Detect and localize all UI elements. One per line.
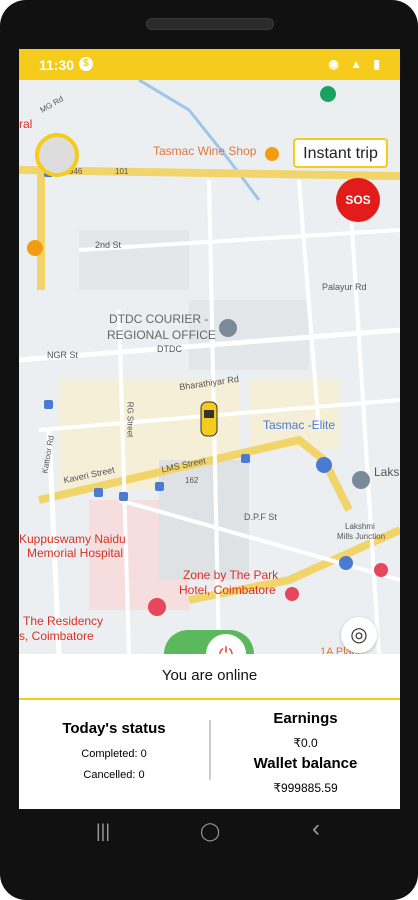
map-poi-dtdc-1: DTDC COURIER -: [109, 312, 209, 326]
status-time: 11:30: [39, 57, 75, 73]
earnings-label: Earnings: [273, 710, 338, 727]
map-poi-dtdc-3: DTDC: [157, 344, 182, 354]
signal-icons: ◉ ▲ ▮: [328, 57, 384, 71]
map-label-palayur: Palayur Rd: [322, 282, 367, 292]
map-label-2nd-st: 2nd St: [95, 240, 122, 250]
phone-frame: 11:30 $ ◉ ▲ ▮ MG Rd ral Tasmac Wine Shop…: [0, 0, 418, 900]
wallet-balance-value: ₹999885.59: [273, 781, 338, 795]
stats-panel: Today's status Completed: 0 Cancelled: 0…: [19, 700, 400, 809]
map-poi-zone-2: Hotel, Coimbatore: [179, 583, 276, 597]
map-poi-residency-1: The Residency: [23, 614, 104, 628]
map-view[interactable]: MG Rd ral Tasmac Wine Shop 946 101 2nd S…: [19, 80, 400, 678]
sos-button[interactable]: SOS: [336, 178, 380, 222]
online-status-bar: You are online: [19, 654, 400, 700]
today-status-title: Today's status: [62, 720, 166, 737]
earnings-value: ₹0.0: [293, 736, 318, 750]
wallet-section: Earnings ₹0.0 Wallet balance ₹999885.59: [211, 700, 400, 809]
map-poi-tasmac-elite: Tasmac -Elite: [263, 418, 336, 432]
status-bar: 11:30 $ ◉ ▲ ▮: [19, 49, 400, 80]
map-label-lakshmi-2: Mills Junction: [337, 532, 386, 541]
home-icon[interactable]: ◯: [200, 821, 220, 842]
completed-count: Completed: 0: [81, 748, 147, 760]
cancelled-count: Cancelled: 0: [83, 769, 145, 781]
speaker-grille: [146, 18, 274, 30]
map-label-rg: RG Street: [125, 401, 135, 438]
recents-icon[interactable]: |||: [96, 821, 110, 842]
road-101: 101: [115, 167, 129, 176]
system-nav-bar: ||| ◯ ‹: [0, 809, 418, 851]
coin-icon: $: [79, 57, 93, 71]
map-label-dpf: D.P.F St: [244, 512, 277, 522]
map-label-partial: ral: [19, 117, 33, 131]
map-poi-kuppuswamy-1: Kuppuswamy Naidu: [19, 532, 126, 546]
map-label-lakshmi-1: Lakshmi: [345, 522, 375, 531]
app-screen: 11:30 $ ◉ ▲ ▮ MG Rd ral Tasmac Wine Shop…: [19, 49, 400, 809]
today-status-section: Today's status Completed: 0 Cancelled: 0: [19, 700, 209, 809]
map-poi-kuppuswamy-2: Memorial Hospital: [27, 546, 124, 560]
map-label-ngr: NGR St: [47, 350, 79, 360]
map-poi-tasmac-wine: Tasmac Wine Shop: [153, 144, 257, 158]
instant-trip-button[interactable]: Instant trip: [293, 138, 388, 168]
map-poi-zone-1: Zone by The Park: [183, 568, 279, 582]
map-poi-residency-2: s, Coimbatore: [19, 629, 94, 643]
wallet-balance-label: Wallet balance: [253, 755, 358, 772]
driver-avatar[interactable]: [35, 133, 79, 177]
road-162: 162: [185, 476, 199, 485]
map-poi-dtdc-2: REGIONAL OFFICE: [107, 328, 216, 342]
back-icon[interactable]: ‹: [312, 815, 320, 843]
my-location-icon[interactable]: ◎: [341, 617, 377, 653]
map-poi-laks: Laks: [374, 465, 400, 479]
